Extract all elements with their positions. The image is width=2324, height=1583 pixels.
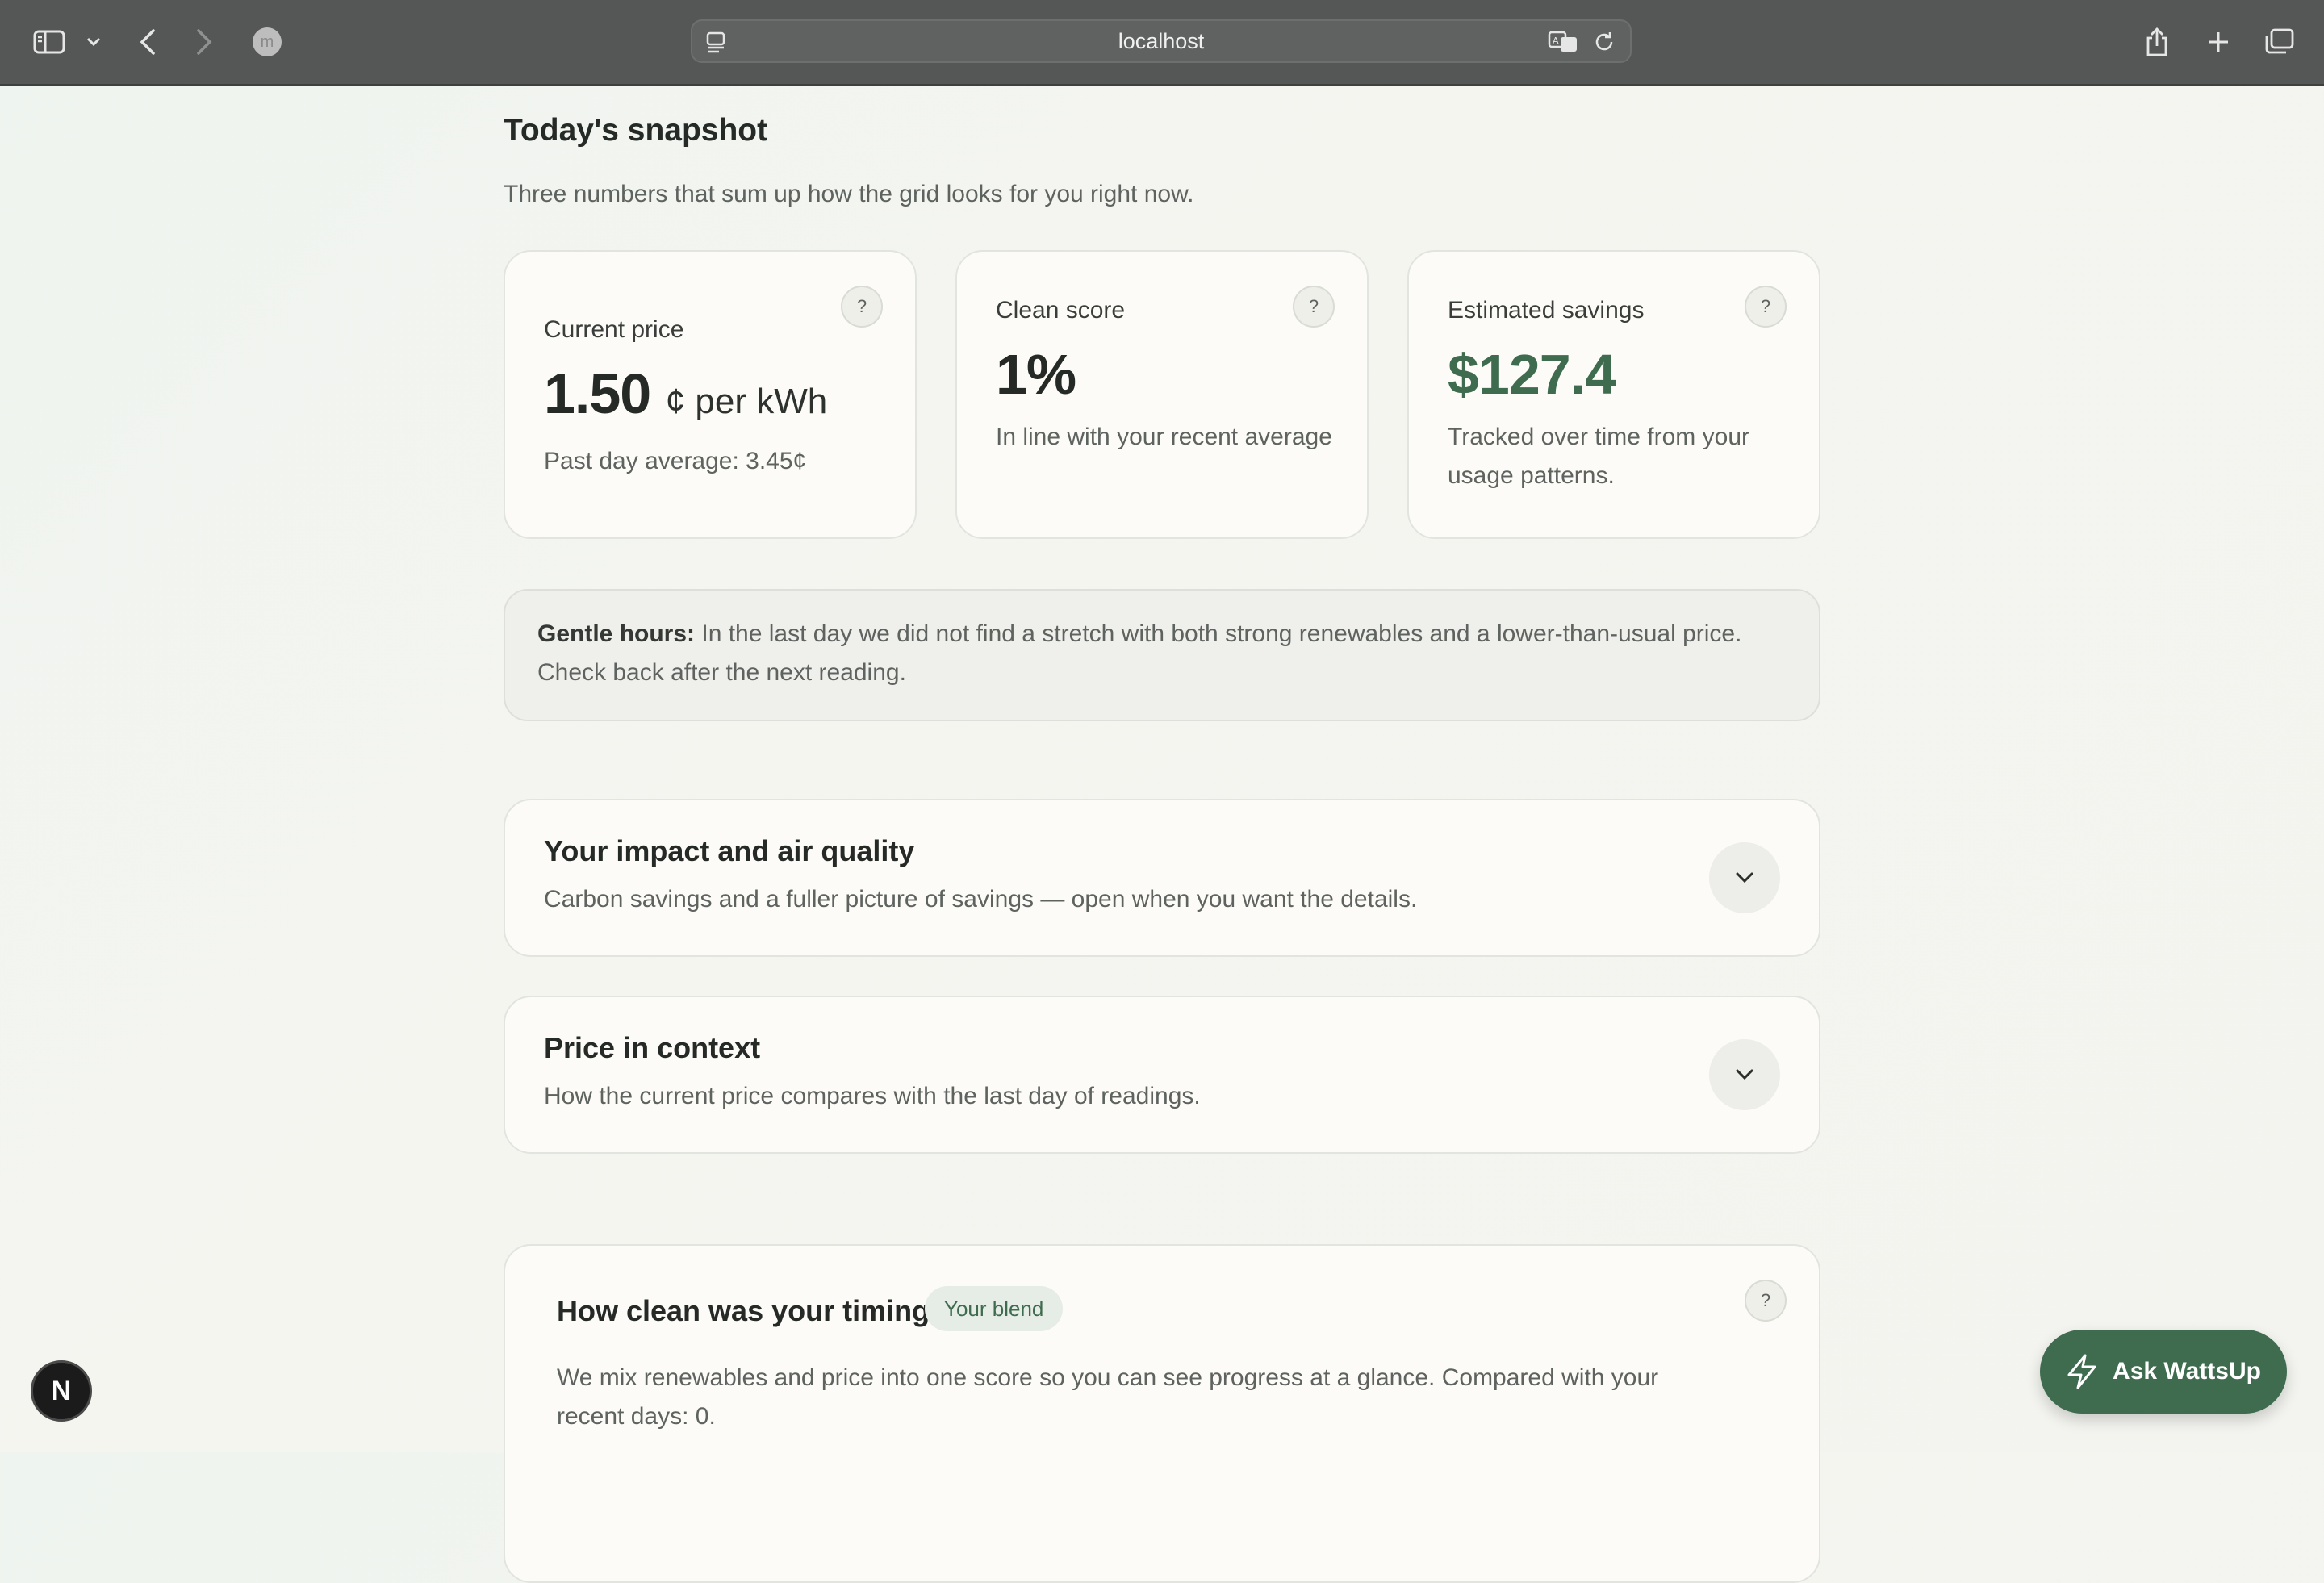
clean-score-value: 1% (996, 343, 1076, 406)
timing-body: We mix renewables and price into one sco… (557, 1364, 1659, 1430)
sidebar-icon[interactable] (31, 21, 68, 63)
plus-icon[interactable] (2205, 21, 2232, 63)
back-icon[interactable] (136, 21, 160, 63)
current-price-card: ? Current price 1.50 ¢ per kWh Past day … (504, 250, 917, 539)
clean-score-note: In line with your recent average (996, 424, 1332, 450)
ask-wattsup-label: Ask WattsUp (2113, 1358, 2261, 1385)
profile-initial: m (253, 27, 282, 56)
current-price-value: 1.50 ¢ per kWh (544, 361, 827, 426)
clean-score-card: ? Clean score 1% In line with your recen… (955, 250, 1369, 539)
impact-accordion-subtitle: Carbon savings and a fuller picture of s… (544, 886, 1418, 913)
snapshot-title: Today's snapshot (504, 113, 768, 148)
ask-wattsup-button[interactable]: Ask WattsUp (2040, 1330, 2287, 1414)
estimated-savings-note: Tracked over time from your usage patter… (1448, 424, 1749, 489)
browser-toolbar: m localhost A (0, 0, 2324, 86)
impact-accordion-title: Your impact and air quality (544, 834, 915, 867)
current-price-number: 1.50 (544, 362, 651, 425)
price-context-title: Price in context (544, 1031, 761, 1064)
estimated-savings-label: Estimated savings (1448, 297, 1645, 324)
blend-badge: Your blend (925, 1286, 1064, 1331)
gentle-hours-lead: Gentle hours: (537, 620, 696, 647)
snapshot-subtitle: Three numbers that sum up how the grid l… (504, 181, 1194, 207)
expand-button[interactable] (1709, 1039, 1780, 1110)
url-text: localhost (1118, 29, 1205, 53)
timing-title: How clean was your timing? (557, 1294, 948, 1327)
estimated-savings-value: $127.4 (1448, 343, 1616, 406)
lightning-icon (2067, 1354, 2096, 1389)
timing-card: How clean was your timing? Your blend ? … (504, 1244, 1820, 1583)
tabs-icon[interactable] (2263, 21, 2295, 63)
reload-icon[interactable] (1593, 31, 1616, 53)
translate-icon[interactable]: A (1548, 31, 1578, 53)
chevron-down-icon (1736, 1069, 1753, 1080)
price-context-subtitle: How the current price compares with the … (544, 1083, 1201, 1109)
gentle-hours-text: In the last day we did not find a stretc… (537, 620, 1742, 686)
current-price-label: Current price (544, 316, 684, 343)
help-button[interactable]: ? (841, 286, 883, 328)
profile-avatar[interactable]: m (252, 21, 282, 63)
svg-text:A: A (1553, 36, 1559, 46)
dev-tools-badge[interactable]: N (31, 1360, 92, 1422)
share-icon[interactable] (2143, 21, 2171, 63)
impact-accordion[interactable]: Your impact and air quality Carbon savin… (504, 799, 1820, 957)
forward-icon[interactable] (192, 21, 216, 63)
chevron-down-icon (1736, 872, 1753, 883)
help-button[interactable]: ? (1745, 286, 1787, 328)
expand-button[interactable] (1709, 842, 1780, 913)
estimated-savings-card: ? Estimated savings $127.4 Tracked over … (1407, 250, 1820, 539)
clean-score-label: Clean score (996, 297, 1126, 324)
gentle-hours-notice: Gentle hours: In the last day we did not… (504, 589, 1820, 721)
address-bar[interactable]: localhost A (691, 19, 1632, 63)
current-price-unit: ¢ per kWh (665, 382, 828, 421)
help-button[interactable]: ? (1745, 1280, 1787, 1322)
current-price-note: Past day average: 3.45¢ (544, 448, 807, 474)
chevron-down-icon[interactable] (84, 21, 103, 63)
help-button[interactable]: ? (1293, 286, 1335, 328)
price-context-accordion[interactable]: Price in context How the current price c… (504, 996, 1820, 1154)
